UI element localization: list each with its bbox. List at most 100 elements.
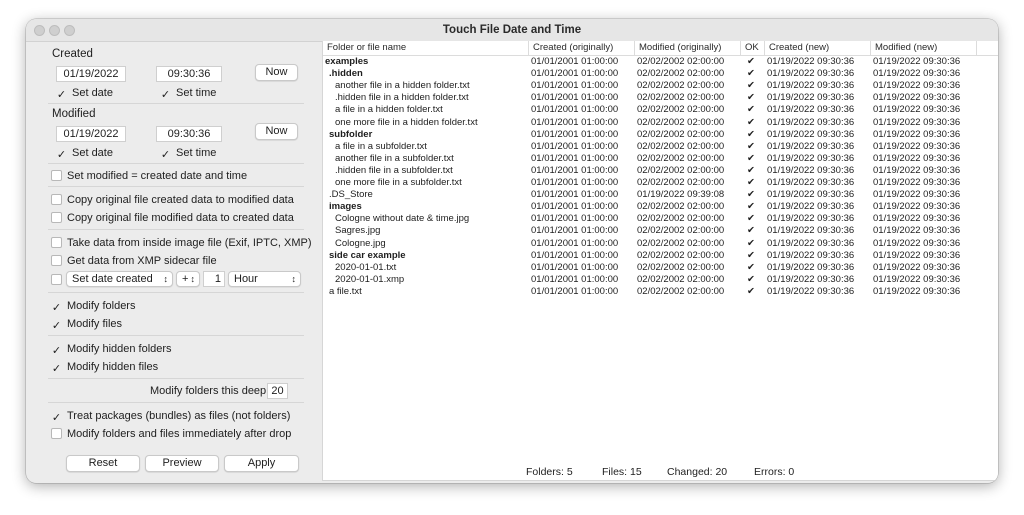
created-now-button[interactable]: Now [255, 64, 298, 81]
cell-modified-new: 01/19/2022 09:30:36 [873, 213, 961, 225]
table-row[interactable]: examples 01/01/2001 01:00:00 02/02/2002 02… [323, 56, 998, 68]
table-row[interactable]: .hidden file in a hidden folder.txt 01/01… [323, 92, 998, 104]
table-row[interactable]: .hidden 01/01/2001 01:00:00 02/02/2002 02:… [323, 68, 998, 80]
checkbox-box [51, 212, 62, 223]
minimize-window-button[interactable] [49, 25, 60, 36]
cell-created-new: 01/19/2022 09:30:36 [767, 201, 855, 213]
divider [48, 292, 304, 293]
cell-modified-original: 02/02/2002 02:00:00 [637, 261, 725, 273]
cell-created-new: 01/19/2022 09:30:36 [767, 225, 855, 237]
modified-now-button[interactable]: Now [255, 123, 298, 140]
table-row[interactable]: side car example 01/01/2001 01:00:00 02/02… [323, 250, 998, 262]
modified-time-field[interactable]: 09:30:36 [156, 126, 222, 142]
modify-hidden-files-checkbox[interactable]: ✓ Modify hidden files [51, 360, 158, 375]
checkbox-label: Set time [176, 147, 217, 159]
cell-created-new: 01/19/2022 09:30:36 [767, 177, 855, 188]
cell-modified-original: 02/02/2002 02:00:00 [637, 128, 725, 140]
divider [48, 163, 304, 164]
column-header-created-original[interactable]: Created (originally) [529, 41, 635, 55]
cell-name: another file in a subfolder.txt [335, 152, 454, 164]
table-row[interactable]: another file in a hidden folder.txt 01/01… [323, 80, 998, 92]
select-value: Set date created [72, 273, 153, 285]
cell-created-original: 01/01/2001 01:00:00 [531, 152, 619, 164]
table-row[interactable]: one more file in a subfolder.txt 01/01/20… [323, 177, 998, 189]
copy-created-to-modified-checkbox[interactable]: Copy original file created data to modif… [51, 193, 294, 207]
set-modified-equals-created-checkbox[interactable]: Set modified = created date and time [51, 169, 247, 183]
column-header-ok[interactable]: OK [741, 41, 765, 55]
file-table[interactable]: Folder or file name Created (originally)… [322, 41, 998, 481]
column-header-modified-original[interactable]: Modified (originally) [635, 41, 741, 55]
checkbox-box: ✓ [51, 320, 62, 332]
cell-name: images [329, 201, 362, 213]
table-row[interactable]: subfolder 01/01/2001 01:00:00 02/02/2002 0… [323, 129, 998, 141]
title-bar: Touch File Date and Time [26, 19, 998, 42]
cell-name: a file.txt [329, 285, 362, 297]
cell-modified-original: 02/02/2002 02:00:00 [637, 140, 725, 152]
table-row[interactable]: images 01/01/2001 01:00:00 02/02/2002 02:0… [323, 201, 998, 213]
cell-name: side car example [329, 249, 406, 261]
created-date-field[interactable]: 01/19/2022 [56, 66, 126, 82]
cell-modified-new: 01/19/2022 09:30:36 [873, 189, 961, 201]
cell-modified-new: 01/19/2022 09:30:36 [873, 140, 961, 152]
preview-button[interactable]: Preview [145, 455, 219, 472]
cell-modified-new: 01/19/2022 09:30:36 [873, 273, 961, 285]
cell-created-original: 01/01/2001 01:00:00 [531, 140, 619, 152]
cell-modified-new: 01/19/2022 09:30:36 [873, 128, 961, 140]
checkbox-label: Copy original file created data to modif… [67, 194, 294, 206]
cell-ok: ✔ [747, 140, 755, 152]
cell-modified-new: 01/19/2022 09:30:36 [873, 68, 961, 80]
table-row[interactable]: another file in a subfolder.txt 01/01/200… [323, 153, 998, 165]
offset-amount-field[interactable]: 1 [203, 271, 225, 287]
column-header-name[interactable]: Folder or file name [323, 41, 529, 55]
close-window-button[interactable] [34, 25, 45, 36]
checkbox-box [51, 255, 62, 266]
cell-ok: ✔ [747, 273, 755, 285]
modify-files-checkbox[interactable]: ✓ Modify files [51, 317, 122, 332]
table-row[interactable]: Cologne without date & time.jpg 01/01/200… [323, 213, 998, 225]
column-header-created-new[interactable]: Created (new) [765, 41, 871, 55]
checkbox-label: Modify folders and files immediately aft… [67, 428, 292, 440]
cell-modified-original: 02/02/2002 02:00:00 [637, 152, 725, 164]
offset-sign-select[interactable]: + ↕ [176, 271, 200, 287]
table-row[interactable]: 2020-01-01.xmp 01/01/2001 01:00:00 02/02/2… [323, 274, 998, 286]
checkbox-box: ✓ [160, 149, 171, 161]
xmp-sidecar-checkbox[interactable]: Get data from XMP sidecar file [51, 254, 217, 268]
table-row[interactable]: one more file in a hidden folder.txt 01/0… [323, 117, 998, 129]
table-row[interactable]: .hidden file in a subfolder.txt 01/01/200… [323, 165, 998, 177]
column-header-modified-new[interactable]: Modified (new) [871, 41, 977, 55]
reset-button[interactable]: Reset [66, 455, 140, 472]
table-row[interactable]: Sagres.jpg 01/01/2001 01:00:00 02/02/2002 … [323, 225, 998, 237]
table-row[interactable]: a file in a hidden folder.txt 01/01/2001 … [323, 104, 998, 116]
checkbox-label: Modify files [67, 318, 123, 330]
created-time-field[interactable]: 09:30:36 [156, 66, 222, 82]
offset-checkbox[interactable] [51, 273, 67, 287]
take-data-from-image-checkbox[interactable]: Take data from inside image file (Exif, … [51, 236, 312, 250]
depth-field[interactable]: 20 [267, 383, 288, 399]
apply-button[interactable]: Apply [224, 455, 299, 472]
cell-modified-original: 02/02/2002 02:00:00 [637, 177, 725, 188]
cell-created-new: 01/19/2022 09:30:36 [767, 152, 855, 164]
modified-set-time-checkbox[interactable]: ✓ Set time [160, 146, 216, 161]
treat-packages-checkbox[interactable]: ✓ Treat packages (bundles) as files (not … [51, 409, 290, 424]
app-window: Touch File Date and Time Created 01/19/2… [26, 19, 998, 483]
table-row[interactable]: 2020-01-01.txt 01/01/2001 01:00:00 02/02/2… [323, 262, 998, 274]
cell-created-original: 01/01/2001 01:00:00 [531, 56, 619, 67]
modify-folders-checkbox[interactable]: ✓ Modify folders [51, 299, 136, 314]
modify-after-drop-checkbox[interactable]: Modify folders and files immediately aft… [51, 427, 291, 441]
table-row[interactable]: Cologne.jpg 01/01/2001 01:00:00 02/02/2002… [323, 238, 998, 250]
created-set-date-checkbox[interactable]: ✓ Set date [56, 86, 113, 101]
checkbox-box [51, 428, 62, 439]
copy-modified-to-created-checkbox[interactable]: Copy original file modified data to crea… [51, 211, 294, 225]
offset-unit-select[interactable]: Hour ↕ [228, 271, 301, 287]
table-row[interactable]: a file.txt 01/01/2001 01:00:00 02/02/2002 … [323, 286, 998, 298]
zoom-window-button[interactable] [64, 25, 75, 36]
modify-hidden-folders-checkbox[interactable]: ✓ Modify hidden folders [51, 342, 172, 357]
table-row[interactable]: a file in a subfolder.txt 01/01/2001 01:0… [323, 141, 998, 153]
table-row[interactable]: .DS_Store 01/01/2001 01:00:00 01/19/2022 0… [323, 189, 998, 201]
offset-field-select[interactable]: Set date created ↕ [66, 271, 173, 287]
created-set-time-checkbox[interactable]: ✓ Set time [160, 86, 216, 101]
modified-set-date-checkbox[interactable]: ✓ Set date [56, 146, 113, 161]
cell-modified-new: 01/19/2022 09:30:36 [873, 225, 961, 237]
modified-date-field[interactable]: 01/19/2022 [56, 126, 126, 142]
checkbox-label: Modify folders [67, 300, 136, 312]
